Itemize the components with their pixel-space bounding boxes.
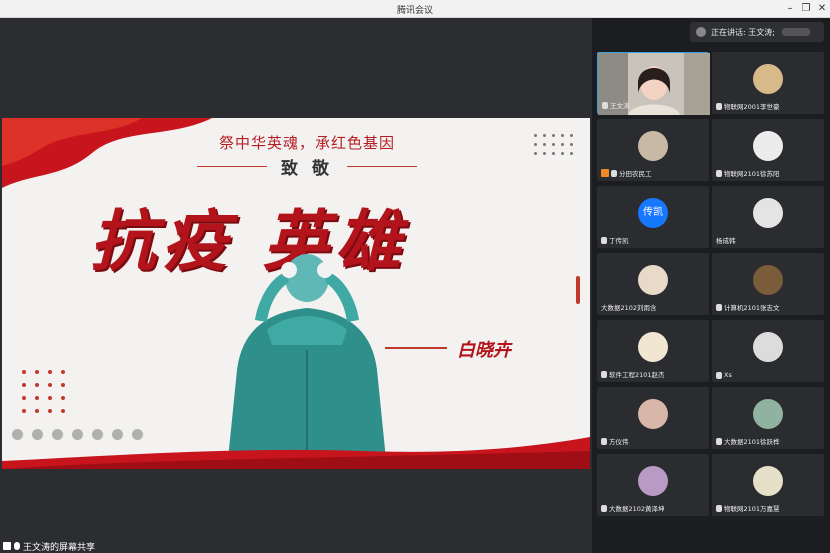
close-icon[interactable]: ✕ (814, 1, 830, 16)
participant-name-row: Xs (716, 371, 732, 379)
participant-avatar (753, 399, 783, 429)
screen-share-icon (3, 542, 11, 550)
participant-name-row: 丁传凯 (601, 235, 629, 245)
mic-icon (601, 236, 607, 244)
participant-tile[interactable]: 分田农民工 (597, 119, 709, 181)
participant-name: 分田农民工 (619, 170, 652, 178)
screen-share-label: 王文涛的屏幕共享 (3, 540, 96, 553)
restore-icon[interactable]: ❐ (798, 1, 814, 16)
participant-tile[interactable]: 物联网2101徐苏阳 (712, 119, 824, 181)
slide-headline: 祭中华英魂，承红色基因 (218, 134, 395, 152)
slide-accent-bar (576, 276, 580, 304)
participant-name: 大数据2102刘雨含 (601, 304, 657, 312)
participant-avatar (638, 399, 668, 429)
slide-author: 白晓卉 (457, 340, 511, 361)
participant-avatar (638, 332, 668, 362)
author-line (385, 347, 447, 349)
mic-icon (611, 169, 617, 177)
mic-icon (716, 504, 722, 512)
next-slide-icon[interactable] (32, 429, 43, 440)
participant-tile[interactable]: 大数据2102刘雨含 (597, 253, 709, 315)
participant-tile[interactable]: 物联网2001李世豪 (712, 52, 824, 114)
pen-icon[interactable] (52, 429, 63, 440)
participant-name: 方仪伟 (609, 438, 629, 446)
participant-tile[interactable]: 王文涛 (597, 52, 710, 115)
participant-tile[interactable]: 物联网2101万嘉慧 (712, 454, 824, 516)
participant-name-row: 物联网2101徐苏阳 (716, 168, 780, 178)
mic-icon (14, 542, 20, 550)
speaker-avatar (696, 27, 706, 37)
dot-grid-decoration (534, 134, 573, 155)
red-dot-grid-decoration (22, 370, 65, 413)
slide-subhead: 致 敬 (281, 159, 333, 179)
speaking-text: 正在讲话: 王文涛; (711, 27, 775, 37)
participant-avatar (753, 198, 783, 228)
speaking-indicator: 正在讲话: 王文涛; (690, 22, 824, 42)
screen-icon[interactable] (112, 429, 123, 440)
participant-name-row: 大数据2102黄泽坤 (601, 503, 665, 513)
participant-name-row: 计算机2101张志文 (716, 302, 780, 312)
participant-name: 大数据2101徐跃桦 (724, 438, 780, 446)
participant-avatar (638, 131, 668, 161)
participant-avatar: 传凯 (638, 198, 668, 228)
title-bar: 腾讯会议 – ❐ ✕ (0, 0, 830, 18)
mic-icon (602, 101, 608, 109)
participant-name-row: 分田农民工 (601, 168, 652, 178)
more-icon[interactable] (132, 429, 143, 440)
participant-avatar (753, 265, 783, 295)
grid-icon[interactable] (92, 429, 103, 440)
mic-icon (716, 303, 722, 311)
prev-slide-icon[interactable] (12, 429, 23, 440)
host-badge-icon (601, 169, 609, 177)
zoom-icon[interactable] (72, 429, 83, 440)
participant-name-row: 方仪伟 (601, 436, 629, 446)
participant-tile[interactable]: 传凯丁传凯 (597, 186, 709, 248)
mic-icon (716, 169, 722, 177)
participant-avatar (753, 131, 783, 161)
participant-name: 杨成韩 (716, 237, 736, 245)
participant-tile[interactable]: 软件工程2101赵杰 (597, 320, 709, 382)
participant-avatar (638, 466, 668, 496)
participant-name: 物联网2101徐苏阳 (724, 170, 780, 178)
speaker-list-blur (781, 28, 810, 36)
share-label-text: 王文涛的屏幕共享 (23, 542, 96, 553)
mic-icon (716, 371, 722, 379)
participant-name: 物联网2001李世豪 (724, 103, 780, 111)
participant-name-row: 大数据2102刘雨含 (601, 302, 657, 312)
participant-avatar (753, 466, 783, 496)
window-title: 腾讯会议 (396, 6, 433, 16)
participant-avatar (638, 265, 668, 295)
participant-avatar (753, 332, 783, 362)
participant-name: 软件工程2101赵杰 (609, 371, 665, 379)
participant-tile[interactable]: 杨成韩 (712, 186, 824, 248)
mic-icon (601, 370, 607, 378)
participant-name: 大数据2102黄泽坤 (609, 505, 665, 513)
participant-tile[interactable]: 大数据2101徐跃桦 (712, 387, 824, 449)
participant-name: 丁传凯 (609, 237, 629, 245)
shared-screen-area: 祭中华英魂，承红色基因 致 敬 抗疫 英雄 白晓卉 王文涛的屏幕共享 (0, 18, 592, 553)
participant-name: 王文涛 (610, 102, 630, 110)
participant-name-row: 物联网2101万嘉慧 (716, 503, 780, 513)
participant-tile[interactable]: 大数据2102黄泽坤 (597, 454, 709, 516)
shared-slide: 祭中华英魂，承红色基因 致 敬 抗疫 英雄 白晓卉 (2, 118, 590, 469)
presentation-controls (12, 429, 143, 440)
mic-icon (601, 504, 607, 512)
mic-icon (716, 437, 722, 445)
participant-name: 计算机2101张志文 (724, 304, 780, 312)
mic-icon (716, 102, 722, 110)
participant-avatar (753, 64, 783, 94)
participant-name-row: 王文涛 (602, 100, 630, 110)
participant-name-row: 杨成韩 (716, 235, 736, 245)
participant-name-row: 物联网2001李世豪 (716, 101, 780, 111)
participant-tile[interactable]: 方仪伟 (597, 387, 709, 449)
participant-tile[interactable]: 计算机2101张志文 (712, 253, 824, 315)
mic-icon (601, 437, 607, 445)
participant-name-row: 软件工程2101赵杰 (601, 369, 665, 379)
minimize-icon[interactable]: – (782, 1, 798, 16)
participant-name: Xs (724, 371, 732, 379)
participant-name: 物联网2101万嘉慧 (724, 505, 780, 513)
participant-name-row: 大数据2101徐跃桦 (716, 436, 780, 446)
participant-tile[interactable]: Xs (712, 320, 824, 382)
